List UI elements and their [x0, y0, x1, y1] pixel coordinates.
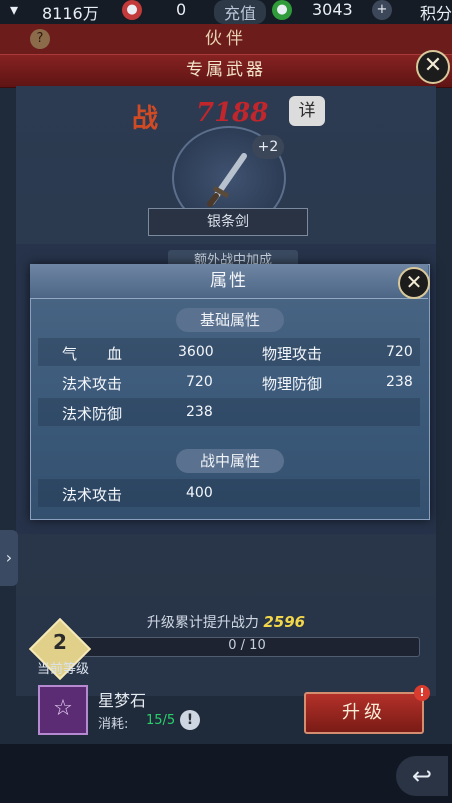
upgrade-gain-value: 2596 — [263, 613, 306, 631]
weapon-title: 专属武器 — [186, 60, 266, 80]
cost-label: 消耗: — [98, 717, 129, 732]
material-name: 星梦石 — [98, 691, 147, 710]
info-icon[interactable]: ! — [180, 710, 200, 730]
help-icon[interactable]: ? — [30, 29, 50, 49]
attr-value: 238 — [386, 374, 413, 390]
modal-title: 属性 — [210, 271, 248, 291]
attr-label: 法术攻击 — [62, 375, 123, 393]
enhance-level-badge: +2 — [252, 135, 284, 159]
attr-label: 法术防御 — [62, 405, 123, 423]
silver-icon: ▾ — [10, 0, 19, 19]
attr-label: 物理防御 — [262, 375, 323, 393]
attr-label: 物理攻击 — [262, 345, 323, 363]
alert-icon: ! — [414, 685, 430, 701]
attr-value: 720 — [386, 344, 413, 360]
attr-value: 720 — [186, 374, 213, 390]
recharge-button[interactable]: 充值 — [214, 0, 267, 24]
cost-value: 15/5 — [146, 713, 176, 728]
attr-label: 法术攻击 — [62, 486, 123, 504]
coin-amount: 0 — [176, 0, 187, 19]
sword-icon — [207, 153, 247, 207]
current-level-value: 2 — [53, 630, 67, 654]
progress-text: 0 / 10 — [228, 638, 266, 653]
points-label: 积分 — [420, 4, 452, 23]
add-gem-button[interactable]: + — [372, 0, 392, 20]
partner-title: 伙伴 — [205, 29, 247, 49]
power-label: 战 — [132, 104, 159, 134]
star-dream-stone-icon[interactable]: ☆ — [38, 685, 88, 735]
current-level-label: 当前等级 — [36, 662, 89, 677]
gem-icon: ● — [272, 0, 292, 20]
base-attributes-title: 基础属性 — [176, 308, 284, 332]
bottom-bar — [0, 744, 452, 803]
upgrade-button[interactable]: 升级 — [304, 692, 424, 734]
weapon-name: 银条剑 — [148, 208, 308, 236]
gem-amount: 3043 — [312, 0, 353, 19]
coin-icon: ● — [122, 0, 142, 20]
silver-amount: 8116万 — [42, 4, 99, 23]
power-value: 7188 — [196, 98, 269, 128]
side-expand-tab[interactable]: › — [0, 530, 18, 586]
back-button[interactable]: ↩ — [396, 756, 448, 796]
attr-value: 238 — [186, 404, 213, 420]
battle-attributes-title: 战中属性 — [176, 449, 284, 473]
upgrade-note-text: 升级累计提升战力 — [146, 615, 259, 631]
detail-button[interactable]: 详 — [289, 96, 325, 126]
attr-value: 3600 — [178, 344, 214, 360]
attr-value: 400 — [186, 485, 213, 501]
modal-close-button[interactable]: ✕ — [398, 267, 430, 299]
attr-label: 气 血 — [62, 345, 123, 363]
weapon-close-button[interactable]: ✕ — [416, 50, 450, 84]
